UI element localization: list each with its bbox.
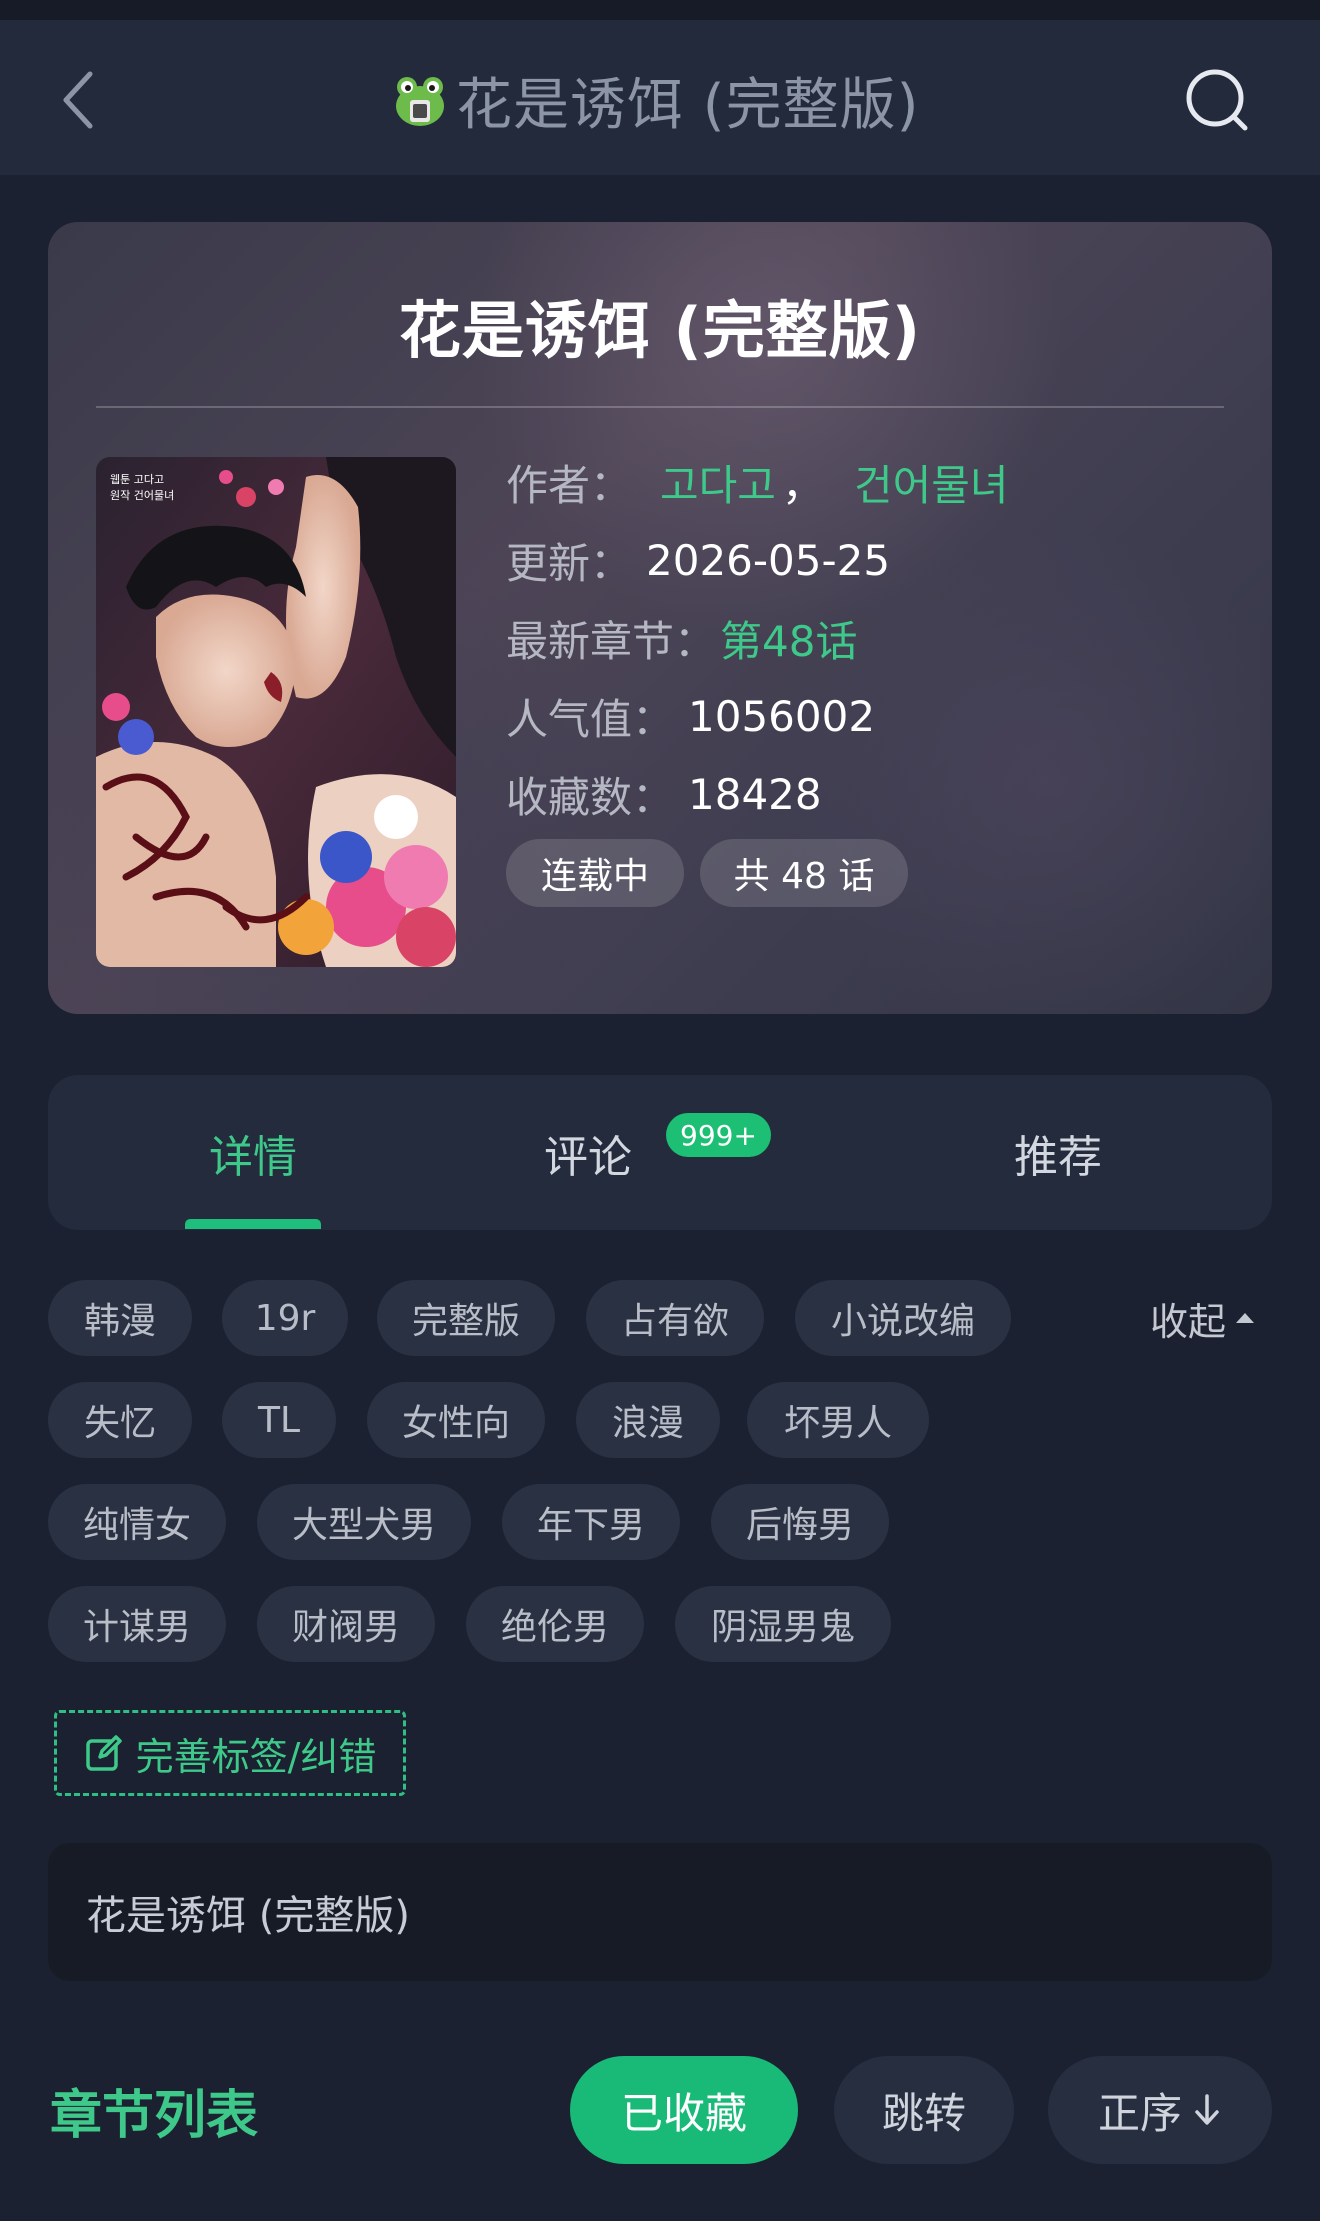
tag-chip[interactable]: 阴湿男鬼 (675, 1586, 891, 1662)
author-link-2[interactable]: 건어물녀 (854, 452, 1009, 513)
caret-up-icon (1236, 1313, 1255, 1323)
edit-tags-button[interactable]: 完善标签/纠错 (54, 1710, 406, 1796)
popularity-value: 1056002 (688, 691, 876, 741)
active-tab-indicator (185, 1219, 321, 1229)
back-button[interactable] (52, 70, 112, 130)
tab-details[interactable]: 详情 (108, 1075, 398, 1230)
header-title: 花是诱饵 (完整版) (390, 60, 950, 140)
detail-tabs: 详情 评论 999+ 推荐 (48, 1075, 1272, 1230)
cover-small-text: 웹툰 고다고 (110, 473, 164, 486)
collapse-tags-button[interactable]: 收起 (1150, 1280, 1255, 1356)
favorites-row: 收藏数： 18428 (506, 764, 822, 824)
favorites-value: 18428 (688, 769, 822, 819)
popularity-row: 人气值： 1056002 (506, 686, 875, 746)
header-title-text: 花是诱饵 (完整版) (456, 72, 920, 138)
author-separator: ， (781, 460, 824, 510)
comments-count-badge: 999+ (666, 1113, 771, 1157)
jump-button[interactable]: 跳转 (834, 2056, 1014, 2164)
tab-comments[interactable]: 评论 (468, 1075, 708, 1230)
updated-label: 更新： (506, 538, 633, 588)
tag-chip[interactable]: 完整版 (377, 1280, 555, 1356)
tab-recommend[interactable]: 推荐 (928, 1075, 1188, 1230)
latest-chapter-row: 最新章节： 第48话 (506, 608, 857, 668)
comic-title: 花是诱饵 (完整版) (398, 294, 922, 367)
top-nav-bar: 花是诱饵 (完整版) (0, 20, 1320, 175)
tag-chip[interactable]: 大型犬男 (257, 1484, 471, 1560)
tag-chip[interactable]: 女性向 (367, 1382, 545, 1458)
tag-chip[interactable]: 计谋男 (48, 1586, 226, 1662)
comic-info-card: 花是诱饵 (完整版) 웹툰 고다고 원작 건어물녀 作者： 고다고 ， 건어물녀… (48, 222, 1272, 1014)
tag-chip[interactable]: 失忆 (48, 1382, 192, 1458)
search-button[interactable] (1182, 65, 1252, 135)
episodes-pill: 共 48 话 (700, 839, 908, 907)
collapse-label: 收起 (1150, 1299, 1227, 1344)
sort-order-button[interactable]: 正序 (1048, 2056, 1272, 2164)
tag-chip[interactable]: 纯情女 (48, 1484, 226, 1560)
tag-chip[interactable]: 绝伦男 (466, 1586, 644, 1662)
author-row: 作者： 고다고 ， 건어물녀 (506, 452, 1009, 512)
tag-chip[interactable]: 年下男 (502, 1484, 680, 1560)
card-divider (96, 406, 1224, 408)
author-label: 作者： (506, 460, 633, 510)
latest-chapter-link[interactable]: 第48话 (720, 608, 857, 669)
updated-value: 2026-05-25 (646, 535, 891, 585)
tag-chip[interactable]: 韩漫 (48, 1280, 192, 1356)
svg-text:원작 건어물녀: 원작 건어물녀 (110, 489, 174, 502)
arrow-down-icon (1195, 2094, 1219, 2125)
author-link-1[interactable]: 고다고 (660, 452, 776, 513)
favorited-button[interactable]: 已收藏 (570, 2056, 798, 2164)
tag-chip[interactable]: 财阀男 (257, 1586, 435, 1662)
tag-chip[interactable]: 小说改编 (795, 1280, 1011, 1356)
chevron-left-icon (63, 71, 93, 129)
sort-order-label: 正序 (1097, 2088, 1182, 2138)
tag-chip[interactable]: TL (222, 1382, 336, 1458)
tag-chip[interactable]: 坏男人 (747, 1382, 929, 1458)
tag-chip[interactable]: 占有欲 (586, 1280, 764, 1356)
tag-chip[interactable]: 浪漫 (576, 1382, 720, 1458)
chapter-list-title: 章节列表 (50, 2085, 259, 2146)
status-bar (0, 0, 1320, 20)
description-text: 花是诱饵 (完整版) (86, 1893, 410, 1939)
favorites-label: 收藏数： (506, 772, 675, 822)
edit-tags-label: 完善标签/纠错 (135, 1734, 377, 1779)
popularity-label: 人气值： (506, 694, 675, 744)
updated-row: 更新： 2026-05-25 (506, 530, 890, 590)
latest-chapter-label: 最新章节： (506, 616, 717, 666)
tag-chip[interactable]: 后悔男 (711, 1484, 889, 1560)
tag-chip[interactable]: 19r (222, 1280, 348, 1356)
frog-icon (396, 77, 444, 126)
edit-icon (85, 1735, 122, 1771)
status-pill: 连载中 (506, 839, 684, 907)
search-icon (1186, 69, 1248, 131)
description-box: 花是诱饵 (完整版) (48, 1843, 1272, 1981)
comic-cover-image[interactable]: 웹툰 고다고 원작 건어물녀 (96, 457, 456, 967)
